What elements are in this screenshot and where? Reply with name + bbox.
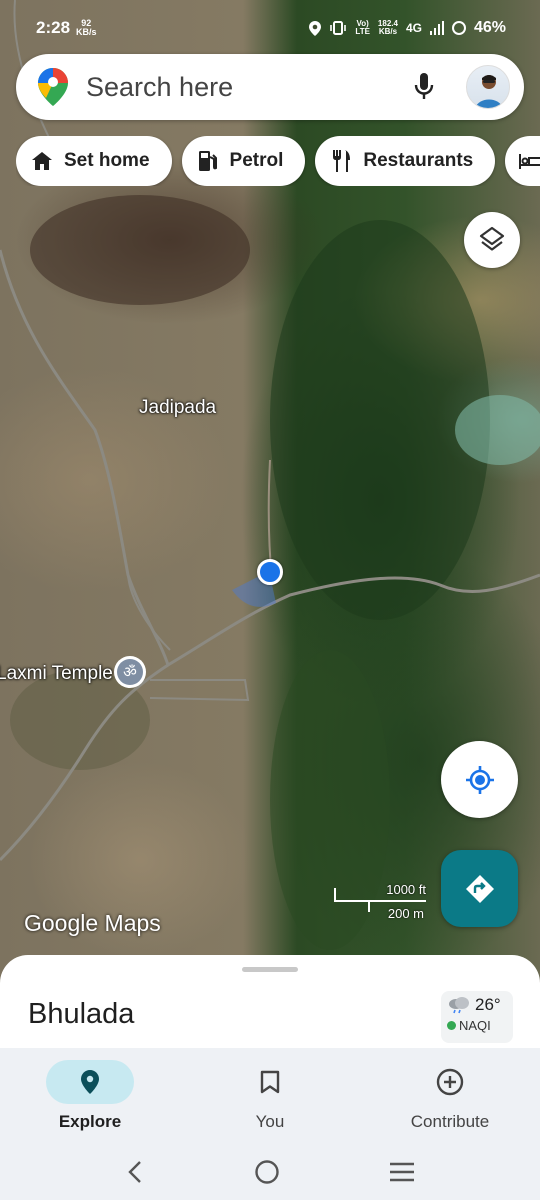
crosshair-icon — [465, 765, 494, 794]
data-rate: 182.4 KB/s — [378, 20, 398, 36]
chip-label: Set home — [64, 150, 150, 171]
google-maps-watermark: Google Maps — [24, 910, 161, 936]
fork-knife-icon — [329, 149, 353, 173]
nav-pill — [226, 1060, 314, 1104]
pin-icon — [81, 1070, 99, 1094]
chip-label: Restaurants — [363, 150, 474, 171]
chip-label: Petrol — [229, 150, 284, 171]
nav-you[interactable]: You — [180, 1048, 360, 1144]
map-scale: 1000 ft 200 m — [334, 880, 434, 921]
chip-set-home[interactable]: Set home — [16, 136, 172, 186]
status-icons: Vo) LTE 182.4 KB/s 4G 46% — [309, 19, 506, 37]
network-speed-unit: KB/s — [76, 27, 97, 37]
system-navigation-bar — [0, 1144, 540, 1200]
layers-button[interactable] — [464, 212, 520, 268]
signal-icon — [429, 21, 444, 35]
add-circle-icon — [436, 1068, 464, 1096]
battery-level: 46% — [473, 19, 506, 36]
place-label-village[interactable]: Jadipada — [139, 397, 216, 419]
layers-icon — [479, 226, 505, 251]
volte-indicator: Vo) LTE — [355, 20, 370, 36]
search-input[interactable]: Search here — [86, 72, 404, 103]
voice-search-button[interactable] — [404, 67, 444, 107]
temperature: 26° — [475, 995, 501, 1014]
chip-hotels[interactable] — [505, 136, 540, 186]
nav-pill — [406, 1060, 494, 1104]
nav-pill — [46, 1060, 134, 1104]
status-bar: 2:28 92 KB/s Vo) LTE 182.4 KB/s 4G 46% — [0, 0, 540, 56]
nav-contribute[interactable]: Contribute — [360, 1048, 540, 1144]
account-avatar[interactable] — [466, 65, 510, 109]
nav-label: Explore — [58, 1112, 122, 1131]
bookmark-icon — [260, 1070, 280, 1094]
home-icon — [30, 149, 54, 173]
scale-tick — [368, 900, 370, 912]
location-status-icon — [309, 20, 322, 36]
home-circle-icon[interactable] — [254, 1159, 280, 1185]
current-location-dot — [257, 559, 283, 585]
my-location-button[interactable] — [441, 741, 518, 818]
nav-label: You — [255, 1112, 285, 1131]
recents-menu-icon[interactable] — [389, 1161, 415, 1183]
data-rate-unit: KB/s — [378, 27, 398, 36]
profile-photo-icon — [475, 75, 503, 108]
bed-icon — [519, 149, 540, 173]
status-time: 2:28 — [36, 18, 71, 37]
nav-explore[interactable]: Explore — [0, 1048, 180, 1144]
microphone-icon — [414, 73, 434, 99]
cloud-rain-icon — [449, 997, 469, 1014]
chip-restaurants[interactable]: Restaurants — [315, 136, 496, 186]
search-bar[interactable]: Search here — [16, 54, 524, 120]
directions-button[interactable] — [441, 850, 518, 927]
aqi-status-dot — [447, 1021, 456, 1030]
network-speed: 92 KB/s — [76, 19, 97, 37]
om-symbol-icon: ॐ — [117, 659, 143, 685]
battery-icon — [451, 21, 466, 35]
volte-bottom: LTE — [355, 27, 370, 36]
scale-metric: 200 m — [387, 906, 424, 921]
directions-icon — [465, 874, 494, 903]
vibrate-icon — [330, 21, 347, 35]
sheet-drag-handle[interactable] — [242, 967, 298, 972]
google-maps-logo-icon — [38, 68, 68, 106]
bottom-navigation: Explore You Contribute — [0, 1048, 540, 1144]
poi-label[interactable]: Laxmi Temple — [0, 663, 113, 685]
chip-petrol[interactable]: Petrol — [181, 136, 306, 186]
aqi-label: NAQI — [459, 1018, 491, 1033]
weather-widget[interactable]: 26° NAQI — [441, 991, 513, 1043]
nav-label: Contribute — [410, 1112, 490, 1131]
area-name: Bhulada — [28, 998, 135, 1030]
fuel-pump-icon — [196, 149, 220, 173]
back-icon[interactable] — [125, 1160, 145, 1184]
poi-marker[interactable]: ॐ — [114, 656, 146, 688]
scale-imperial: 1000 ft — [386, 882, 426, 897]
category-chips: Set home Petrol Restaurants — [16, 136, 540, 186]
network-type: 4G — [405, 21, 422, 35]
scale-bar — [334, 900, 426, 902]
